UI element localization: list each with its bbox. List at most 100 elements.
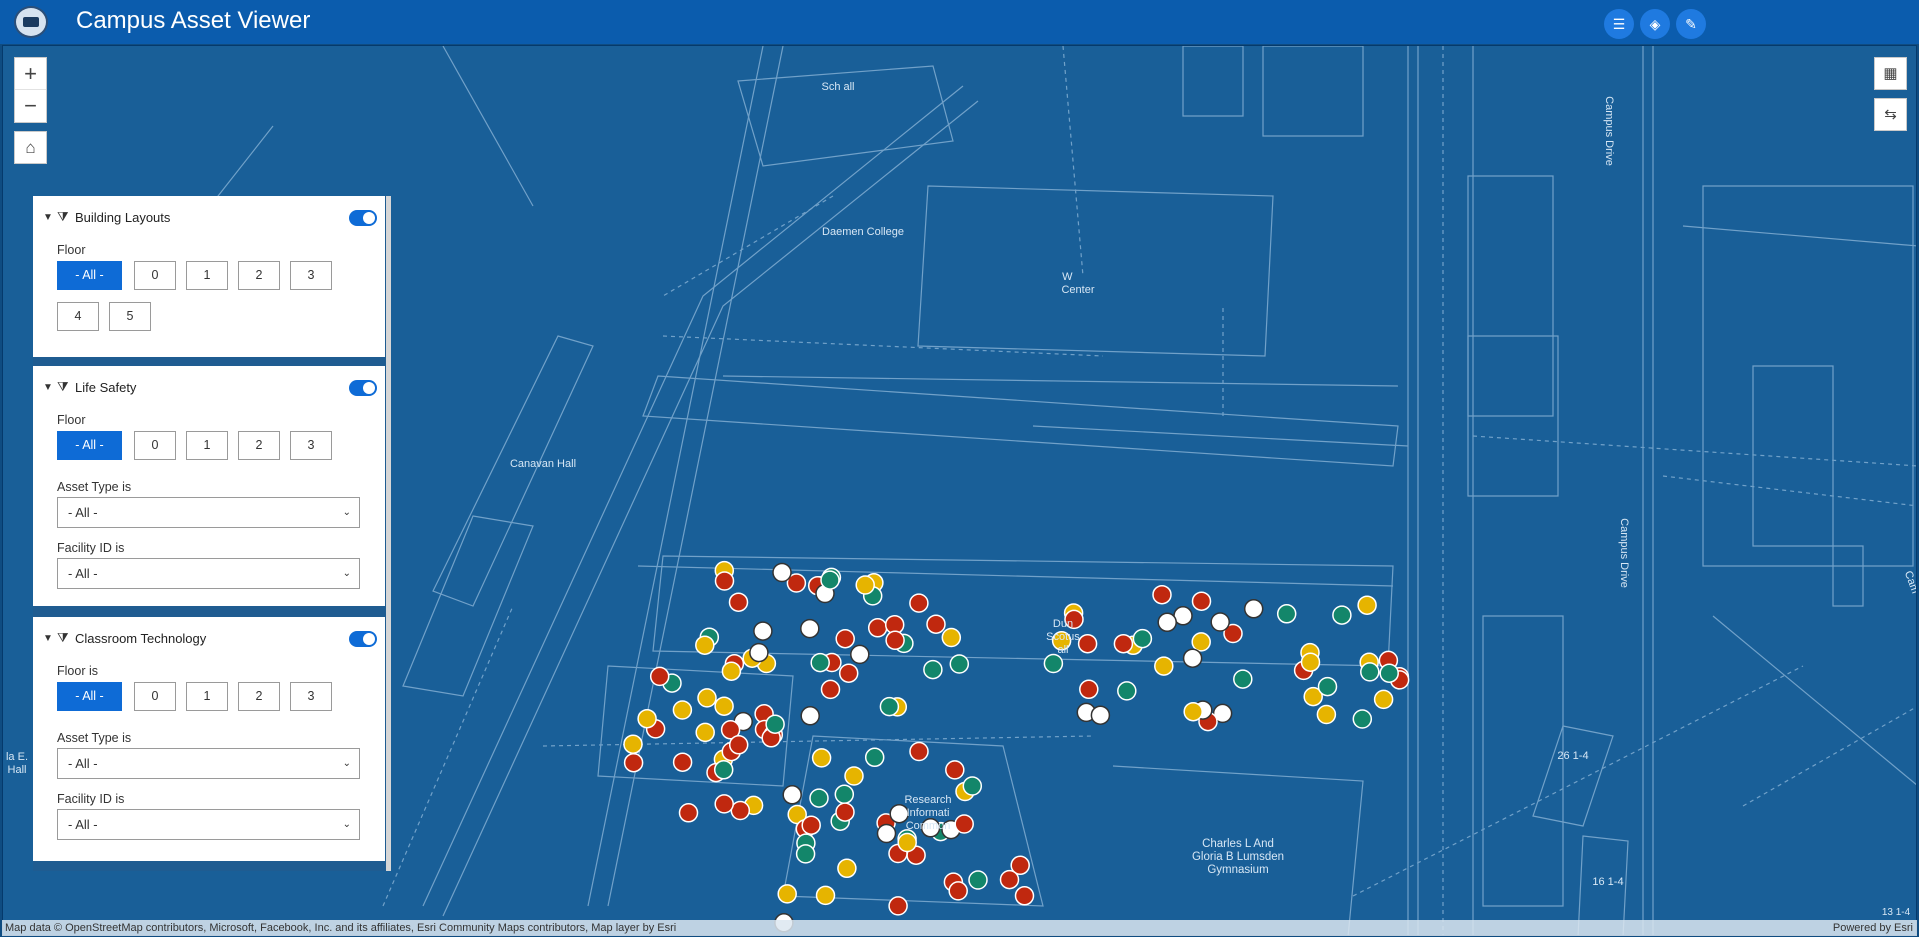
- panel-scrollbar[interactable]: [386, 196, 391, 871]
- asset-marker[interactable]: [968, 870, 988, 890]
- floor-button-all[interactable]: - All -: [57, 682, 122, 711]
- asset-marker[interactable]: [1317, 676, 1338, 697]
- asset-marker[interactable]: [962, 776, 983, 796]
- floor-button-3[interactable]: 3: [290, 682, 332, 711]
- asset-marker[interactable]: [948, 881, 968, 901]
- qr-code-button[interactable]: ▦: [1874, 57, 1907, 90]
- asset-marker[interactable]: [897, 832, 917, 853]
- measure-button[interactable]: ⇆: [1874, 98, 1907, 131]
- asset-marker[interactable]: [753, 621, 773, 641]
- zoom-out-button[interactable]: −: [15, 90, 46, 122]
- asset-marker[interactable]: [1183, 701, 1203, 722]
- collapse-caret-icon[interactable]: ▼: [43, 212, 57, 223]
- asset-marker[interactable]: [765, 714, 785, 734]
- asset-marker[interactable]: [820, 570, 840, 590]
- asset-marker[interactable]: [1090, 705, 1111, 725]
- asset-marker[interactable]: [810, 652, 830, 673]
- asset-marker[interactable]: [800, 706, 820, 726]
- floor-button-all[interactable]: - All -: [57, 431, 122, 460]
- asset-marker[interactable]: [926, 614, 946, 634]
- asset-marker[interactable]: [949, 654, 970, 674]
- asset-marker[interactable]: [697, 688, 717, 708]
- asset-marker[interactable]: [1352, 709, 1373, 729]
- facility-id-select[interactable]: - All - ⌄: [57, 809, 360, 840]
- floor-button-2[interactable]: 2: [238, 682, 280, 711]
- asset-marker[interactable]: [777, 884, 797, 904]
- asset-marker[interactable]: [835, 802, 855, 822]
- asset-marker[interactable]: [837, 858, 857, 879]
- asset-marker[interactable]: [867, 618, 888, 638]
- asset-marker[interactable]: [1233, 669, 1253, 689]
- asset-marker[interactable]: [1276, 604, 1297, 624]
- section-header[interactable]: ▼ ⧩ Building Layouts: [43, 208, 373, 226]
- floor-button-1[interactable]: 1: [186, 682, 228, 711]
- asset-marker[interactable]: [1357, 595, 1377, 615]
- asset-marker[interactable]: [1154, 656, 1174, 676]
- floor-button-0[interactable]: 0: [134, 682, 176, 711]
- asset-marker[interactable]: [879, 696, 900, 717]
- asset-marker[interactable]: [714, 696, 734, 716]
- asset-marker[interactable]: [820, 679, 841, 700]
- facility-id-select[interactable]: - All - ⌄: [57, 558, 360, 589]
- asset-marker[interactable]: [811, 748, 832, 768]
- floor-button-2[interactable]: 2: [238, 431, 280, 460]
- asset-marker[interactable]: [815, 885, 836, 906]
- floor-button-all[interactable]: - All -: [57, 261, 122, 290]
- zoom-in-button[interactable]: +: [15, 58, 46, 90]
- layer-toggle[interactable]: [349, 631, 377, 647]
- asset-marker[interactable]: [714, 794, 734, 814]
- asset-marker[interactable]: [999, 869, 1020, 890]
- asset-marker[interactable]: [1191, 591, 1212, 611]
- asset-marker[interactable]: [1360, 662, 1380, 682]
- asset-marker[interactable]: [1132, 628, 1153, 649]
- asset-marker[interactable]: [714, 571, 735, 591]
- home-button[interactable]: ⌂: [14, 131, 47, 164]
- asset-marker[interactable]: [941, 627, 962, 648]
- asset-marker[interactable]: [809, 788, 829, 808]
- asset-marker[interactable]: [855, 575, 875, 595]
- asset-marker[interactable]: [1316, 704, 1337, 725]
- asset-marker[interactable]: [672, 700, 693, 720]
- asset-type-select[interactable]: - All - ⌄: [57, 748, 360, 779]
- asset-marker[interactable]: [695, 635, 715, 655]
- collapse-caret-icon[interactable]: ▼: [43, 382, 57, 393]
- asset-marker[interactable]: [772, 562, 792, 583]
- asset-marker[interactable]: [1152, 584, 1172, 605]
- floor-button-2[interactable]: 2: [238, 261, 280, 290]
- asset-marker[interactable]: [649, 666, 670, 687]
- floor-button-0[interactable]: 0: [134, 261, 176, 290]
- asset-marker[interactable]: [637, 708, 657, 729]
- asset-marker[interactable]: [1113, 633, 1134, 654]
- floor-button-4[interactable]: 4: [57, 302, 99, 331]
- asset-marker[interactable]: [749, 642, 769, 663]
- section-header[interactable]: ▼ ⧩ Classroom Technology: [43, 629, 373, 647]
- asset-marker[interactable]: [909, 741, 929, 762]
- layers-icon[interactable]: ◈: [1640, 9, 1670, 39]
- asset-marker[interactable]: [623, 734, 643, 754]
- asset-marker[interactable]: [801, 815, 821, 835]
- asset-marker[interactable]: [721, 661, 742, 681]
- layer-toggle[interactable]: [349, 380, 377, 396]
- asset-type-select[interactable]: - All - ⌄: [57, 497, 360, 528]
- asset-marker[interactable]: [945, 760, 965, 780]
- asset-marker[interactable]: [730, 800, 751, 821]
- asset-marker[interactable]: [888, 896, 908, 916]
- asset-marker[interactable]: [838, 663, 859, 683]
- asset-marker[interactable]: [1157, 612, 1177, 633]
- asset-marker[interactable]: [850, 644, 870, 665]
- asset-marker[interactable]: [1117, 681, 1137, 701]
- collapse-caret-icon[interactable]: ▼: [43, 633, 57, 644]
- asset-marker[interactable]: [1182, 648, 1203, 668]
- list-icon[interactable]: ☰: [1604, 9, 1634, 39]
- asset-marker[interactable]: [672, 752, 693, 772]
- asset-marker[interactable]: [728, 735, 749, 755]
- asset-marker[interactable]: [909, 593, 929, 613]
- asset-marker[interactable]: [1014, 886, 1035, 906]
- floor-button-5[interactable]: 5: [109, 302, 151, 331]
- asset-marker[interactable]: [623, 752, 644, 773]
- floor-button-1[interactable]: 1: [186, 261, 228, 290]
- asset-marker[interactable]: [800, 618, 820, 639]
- asset-marker[interactable]: [678, 803, 699, 823]
- asset-marker[interactable]: [1043, 653, 1064, 674]
- asset-marker[interactable]: [782, 785, 802, 805]
